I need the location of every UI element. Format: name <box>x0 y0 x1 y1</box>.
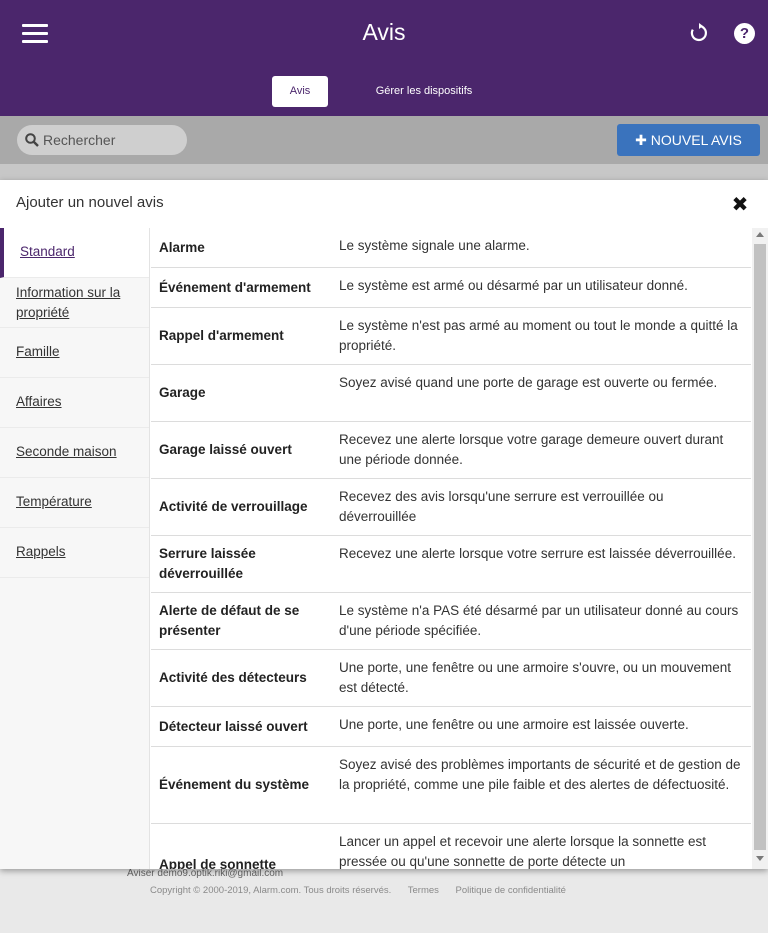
dialog-title: Ajouter un nouvel avis <box>16 194 164 211</box>
page-title: Avis <box>362 19 406 45</box>
item-name: Serrure laissée déverrouillée <box>159 546 256 581</box>
tab-avis[interactable]: Avis <box>272 76 328 107</box>
list-item[interactable]: Événement du système Soyez avisé des prob… <box>151 747 751 824</box>
sidebar-item-affaires[interactable]: Affaires <box>0 378 149 428</box>
item-name: Détecteur laissé ouvert <box>159 718 308 734</box>
item-description: Le système est armé ou désarmé par un ut… <box>339 278 688 293</box>
close-icon[interactable]: ✖ <box>730 194 750 214</box>
item-name: Événement d'armement <box>159 279 311 295</box>
item-description: Le système n'est pas armé au moment ou t… <box>339 318 738 353</box>
sidebar-item-famille[interactable]: Famille <box>0 328 149 378</box>
item-description: Le système signale une alarme. <box>339 238 530 253</box>
scroll-thumb[interactable] <box>754 244 766 850</box>
list-item[interactable]: Activité des détecteurs Une porte, une fe… <box>151 650 751 707</box>
list-item[interactable]: Appel de sonnette Lancer un appel et rece… <box>151 824 751 869</box>
sidebar-item-seconde-maison[interactable]: Seconde maison <box>0 428 149 478</box>
sidebar-item-temperature[interactable]: Température <box>0 478 149 528</box>
plus-icon: ✚ <box>635 132 647 148</box>
item-description: Soyez avisé des problèmes importants de … <box>339 757 741 792</box>
scroll-down-arrow-icon[interactable] <box>756 856 764 861</box>
notification-type-list: Alarme Le système signale une alarme. Évé… <box>151 228 751 869</box>
sidebar-item-standard[interactable]: Standard <box>0 228 149 278</box>
item-description: Le système n'a PAS été désarmé par un ut… <box>339 603 739 638</box>
item-name: Alerte de défaut de se présenter <box>159 603 300 638</box>
toolbar: ✚ NOUVEL AVIS <box>0 116 768 164</box>
help-icon[interactable]: ? <box>734 23 755 44</box>
footer-email: Aviser demo9.optik.riki@gmail.com <box>127 868 284 879</box>
search-icon <box>25 133 39 147</box>
list-item[interactable]: Détecteur laissé ouvert Une porte, une fe… <box>151 707 751 747</box>
list-item[interactable]: Garage laissé ouvert Recevez une alerte l… <box>151 422 751 479</box>
item-name: Appel de sonnette <box>159 857 277 869</box>
list-item[interactable]: Alarme Le système signale une alarme. <box>151 228 751 268</box>
new-notification-label: NOUVEL AVIS <box>650 132 742 148</box>
list-item[interactable]: Activité de verrouillage Recevez des avis… <box>151 479 751 536</box>
search-box <box>17 125 187 155</box>
item-name: Garage <box>159 385 206 400</box>
item-description: Recevez une alerte lorsque votre garage … <box>339 432 724 467</box>
item-name: Rappel d'armement <box>159 328 284 343</box>
footer-links: Copyright © 2000-2019, Alarm.com. Tous d… <box>150 885 580 896</box>
item-name: Événement du système <box>159 777 310 792</box>
scroll-up-arrow-icon[interactable] <box>756 232 764 237</box>
new-notification-button[interactable]: ✚ NOUVEL AVIS <box>617 124 760 156</box>
terms-link[interactable]: Termes <box>408 885 439 896</box>
list-item[interactable]: Rappel d'armement Le système n'est pas ar… <box>151 308 751 365</box>
app-header: Avis ? Avis Gérer les dispositifs <box>0 0 768 116</box>
backdrop-band <box>0 164 768 180</box>
category-sidebar: Standard Information sur la propriété Fa… <box>0 228 150 869</box>
add-notification-dialog: Ajouter un nouvel avis ✖ Standard Inform… <box>0 180 768 869</box>
item-name: Activité des détecteurs <box>159 670 307 685</box>
search-input[interactable] <box>43 130 179 150</box>
item-name: Activité de verrouillage <box>159 499 308 514</box>
copyright-text: Copyright © 2000-2019, Alarm.com. Tous d… <box>150 885 392 896</box>
scrollbar[interactable] <box>752 228 768 869</box>
item-description: Soyez avisé quand une porte de garage es… <box>339 375 718 390</box>
list-item[interactable]: Serrure laissée déverrouillée Recevez une… <box>151 536 751 593</box>
list-item[interactable]: Événement d'armement Le système est armé … <box>151 268 751 308</box>
item-description: Une porte, une fenêtre ou une armoire s'… <box>339 660 732 695</box>
sidebar-item-rappels[interactable]: Rappels <box>0 528 149 578</box>
privacy-link[interactable]: Politique de confidentialité <box>456 885 566 896</box>
tab-gerer-dispositifs[interactable]: Gérer les dispositifs <box>356 76 492 107</box>
item-description: Recevez des avis lorsqu'une serrure est … <box>339 489 664 524</box>
refresh-icon[interactable] <box>688 22 710 44</box>
sidebar-item-information-propriete[interactable]: Information sur la propriété <box>0 278 149 328</box>
list-item[interactable]: Garage Soyez avisé quand une porte de gar… <box>151 365 751 422</box>
item-description: Recevez une alerte lorsque votre serrure… <box>339 546 736 561</box>
item-description: Une porte, une fenêtre ou une armoire es… <box>339 717 689 732</box>
item-description: Lancer un appel et recevoir une alerte l… <box>339 834 706 869</box>
item-name: Garage laissé ouvert <box>159 442 292 457</box>
item-name: Alarme <box>159 239 205 255</box>
list-item[interactable]: Alerte de défaut de se présenter Le systè… <box>151 593 751 650</box>
